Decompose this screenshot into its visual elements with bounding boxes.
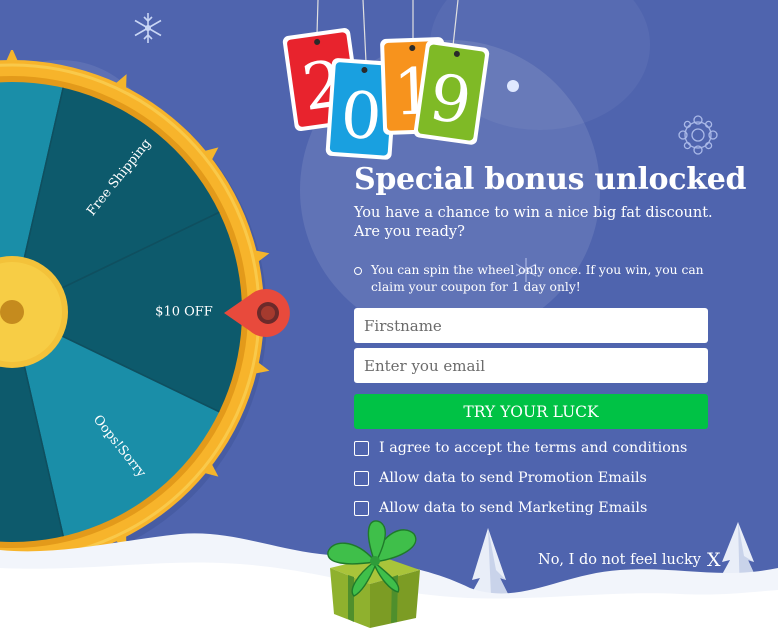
close-icon[interactable]: X bbox=[707, 549, 721, 571]
promotion-emails-checkbox[interactable] bbox=[354, 470, 369, 486]
promotion-emails-checkbox-row[interactable]: Allow data to send Promotion Emails bbox=[354, 470, 647, 486]
snowflake-icon bbox=[678, 115, 718, 155]
year-tag: 9 bbox=[413, 40, 490, 145]
bullet-icon bbox=[354, 267, 362, 275]
spin-wheel-popup: 2019 $10 OFFOops!Sorry35% OFFNot Lucky T… bbox=[0, 0, 778, 628]
terms-checkbox[interactable] bbox=[354, 440, 369, 456]
wheel-segment-label: $10 OFF bbox=[155, 305, 213, 320]
wheel-pointer bbox=[224, 289, 290, 337]
popup-title: Special bonus unlocked bbox=[354, 162, 747, 197]
terms-checkbox-label: I agree to accept the terms and conditio… bbox=[379, 440, 688, 456]
firstname-input[interactable] bbox=[354, 308, 708, 343]
promotion-emails-checkbox-label: Allow data to send Promotion Emails bbox=[379, 470, 647, 486]
gift-box-icon bbox=[327, 520, 420, 628]
rim-spike bbox=[5, 50, 19, 63]
try-your-luck-button[interactable]: TRY YOUR LUCK bbox=[354, 394, 708, 429]
snowflake-icon bbox=[134, 13, 162, 43]
popup-subtitle: You have a chance to win a nice big fat … bbox=[354, 205, 713, 240]
email-input[interactable] bbox=[354, 348, 708, 383]
popup-note: You can spin the wheel only once. If you… bbox=[354, 262, 724, 296]
note-text: You can spin the wheel only once. If you… bbox=[371, 263, 704, 294]
decline-link[interactable]: No, I do not feel lucky X bbox=[538, 549, 720, 571]
year-digit: 0 bbox=[338, 79, 384, 156]
decline-label: No, I do not feel lucky bbox=[538, 552, 701, 568]
terms-checkbox-row[interactable]: I agree to accept the terms and conditio… bbox=[354, 440, 687, 456]
